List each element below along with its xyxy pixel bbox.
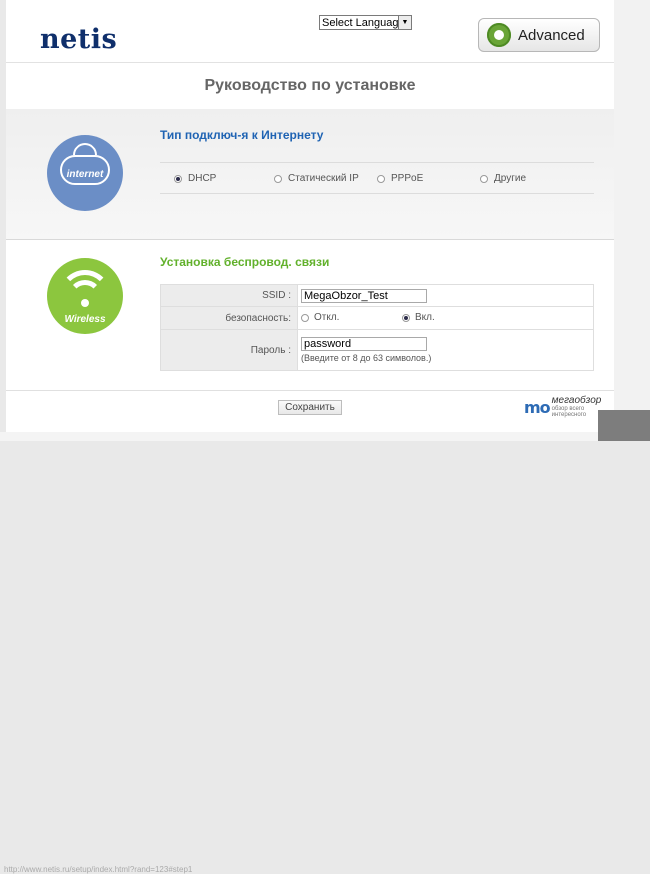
security-on-label: Вкл. — [415, 312, 435, 323]
ssid-cell: MegaObzor_Test — [297, 284, 594, 307]
status-bar: http://www.netis.ru/setup/index.html?ran… — [0, 432, 650, 874]
router-setup-page: netis Select Language ▼ Advanced Руковод… — [6, 0, 614, 432]
password-label: Пароль : — [160, 329, 298, 371]
watermark-mark: mo — [524, 397, 551, 417]
radio-other[interactable]: Другие — [480, 173, 526, 184]
security-on-option[interactable]: Вкл. — [402, 312, 435, 323]
language-select-value: Select Language — [322, 16, 405, 29]
language-select[interactable]: Select Language ▼ — [319, 15, 412, 30]
internet-icon-label: internet — [66, 169, 104, 180]
gear-icon — [487, 23, 511, 47]
security-label: безопасность: — [160, 306, 298, 330]
netis-logo: netis — [40, 24, 118, 55]
wifi-dot — [81, 299, 89, 307]
ssid-label: SSID : — [160, 284, 298, 307]
internet-cloud-icon: internet — [47, 135, 123, 211]
page-side-background — [614, 0, 650, 441]
password-cell: password (Введите от 8 до 63 символов.) — [297, 329, 594, 371]
save-button[interactable]: Сохранить — [278, 400, 342, 415]
watermark-text: мегаобзор — [551, 395, 602, 406]
radio-static-ip-dot[interactable] — [274, 174, 282, 183]
security-off-label: Откл. — [314, 312, 340, 323]
radio-static-ip[interactable]: Статический IP — [274, 173, 359, 184]
wireless-section-title: Установка беспровод. связи — [160, 255, 330, 269]
wireless-section: Wireless Установка беспровод. связи SSID… — [6, 240, 614, 391]
radio-pppoe-label: PPPoE — [391, 173, 424, 184]
password-hint: (Введите от 8 до 63 символов.) — [301, 353, 432, 363]
ssid-input[interactable]: MegaObzor_Test — [301, 288, 427, 303]
password-row: Пароль : password (Введите от 8 до 63 си… — [160, 329, 594, 371]
radio-dhcp-dot[interactable] — [174, 174, 182, 183]
radio-dhcp-label: DHCP — [188, 173, 217, 184]
corner-overlay — [598, 410, 650, 441]
security-cell: Откл. Вкл. — [297, 306, 594, 330]
chevron-down-icon[interactable]: ▼ — [398, 16, 411, 29]
connection-type-options: DHCP Статический IP PPPoE Другие — [160, 162, 594, 194]
wifi-arc-inner — [68, 280, 102, 314]
radio-pppoe-dot[interactable] — [377, 174, 385, 183]
internet-section-title: Тип подключ-я к Интернету — [160, 128, 324, 142]
wireless-form: SSID : MegaObzor_Test безопасность: Откл… — [160, 284, 594, 371]
security-on-radio[interactable] — [402, 313, 410, 322]
status-bar-url: http://www.netis.ru/setup/index.html?ran… — [4, 865, 193, 874]
wireless-icon-label: Wireless — [64, 314, 106, 325]
internet-section: internet Тип подключ-я к Интернету DHCP … — [6, 109, 614, 240]
radio-other-label: Другие — [494, 173, 527, 184]
radio-other-dot[interactable] — [480, 174, 488, 183]
radio-static-ip-label: Статический IP — [288, 173, 359, 184]
ssid-row: SSID : MegaObzor_Test — [160, 284, 594, 307]
security-off-radio[interactable] — [301, 313, 309, 322]
page-title: Руководство по установке — [6, 62, 614, 110]
advanced-button-label: Advanced — [518, 26, 585, 44]
advanced-button[interactable]: Advanced — [478, 18, 600, 52]
wireless-icon: Wireless — [47, 258, 123, 334]
password-input[interactable]: password — [301, 337, 427, 351]
security-row: безопасность: Откл. Вкл. — [160, 306, 594, 330]
security-off-option[interactable]: Откл. — [301, 312, 339, 323]
radio-pppoe[interactable]: PPPoE — [377, 173, 423, 184]
radio-dhcp[interactable]: DHCP — [174, 173, 216, 184]
